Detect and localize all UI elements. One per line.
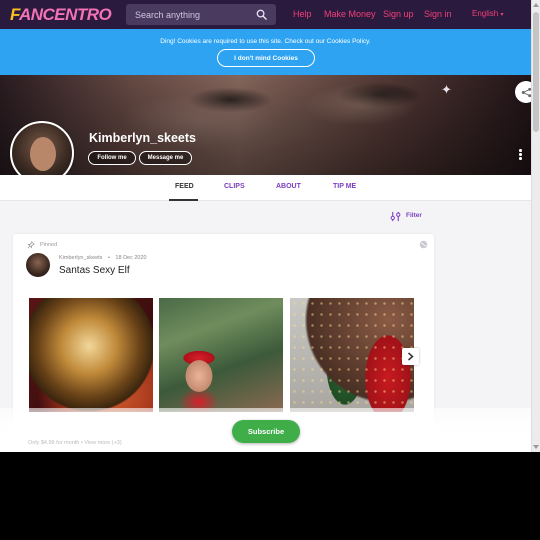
nav-sign-in-link[interactable]: Sign in <box>424 9 452 19</box>
profile-tabs: FEED CLIPS ABOUT TIP ME <box>0 175 531 201</box>
post-author-name[interactable]: Kimberlyn_skeets <box>59 255 102 261</box>
post-subscribe-hint: Only $4.99 for month • View more (+3) <box>28 440 122 446</box>
post-meta: Kimberlyn_skeets • 18 Dec 2020 <box>59 255 147 261</box>
page: FANCENTRO Help Make Money Sign up Sign i… <box>0 0 540 452</box>
pin-icon <box>27 241 35 249</box>
sparkle-icon: ✦ <box>441 82 452 97</box>
share-icon <box>521 87 531 97</box>
page-scrollbar[interactable] <box>531 0 540 452</box>
post-title: Santas Sexy Elf <box>59 265 130 276</box>
scroll-down-arrow[interactable] <box>533 445 539 449</box>
follow-button[interactable]: Follow me <box>88 151 136 165</box>
profile-username: Kimberlyn_skeets <box>89 131 197 145</box>
tab-feed[interactable]: FEED <box>175 183 194 190</box>
tab-about[interactable]: ABOUT <box>276 183 301 190</box>
filter-button[interactable]: Filter <box>406 212 422 219</box>
language-label: English <box>472 9 499 18</box>
globe-icon <box>419 240 428 249</box>
media-thumbnail[interactable] <box>159 298 283 412</box>
kebab-icon[interactable] <box>519 149 523 161</box>
nav-make-money-link[interactable]: Make Money <box>324 9 376 19</box>
chevron-down-icon: ▾ <box>500 12 504 18</box>
chevron-right-icon <box>408 352 414 361</box>
cookie-message: Ding! Cookies are required to use this s… <box>160 38 371 45</box>
media-thumbnail[interactable] <box>290 298 414 412</box>
fancentro-logo[interactable]: FANCENTRO <box>10 5 112 25</box>
post-author-avatar[interactable] <box>26 253 50 277</box>
meta-separator: • <box>107 255 110 261</box>
cookie-banner: Ding! Cookies are required to use this s… <box>0 29 531 75</box>
search-input[interactable] <box>135 6 250 23</box>
active-tab-indicator <box>169 199 198 201</box>
tab-clips[interactable]: CLIPS <box>224 183 245 190</box>
carousel-next-button[interactable] <box>402 348 419 365</box>
scrollbar-thumb[interactable] <box>533 12 539 132</box>
tree-lights <box>290 298 414 412</box>
accept-cookies-button[interactable]: I don't mind Cookies <box>217 49 315 67</box>
tab-tip-me[interactable]: TIP ME <box>333 183 356 190</box>
language-selector[interactable]: English ▾ <box>472 9 504 18</box>
scroll-up-arrow[interactable] <box>533 3 539 7</box>
logo-letter: F <box>10 5 19 24</box>
nav-sign-up-link[interactable]: Sign up <box>383 9 414 19</box>
search-box <box>126 4 276 25</box>
media-thumbnail[interactable] <box>29 298 153 412</box>
pinned-label: Pinned <box>40 242 58 248</box>
nav-help-link[interactable]: Help <box>293 9 312 19</box>
post-date: 18 Dec 2020 <box>115 255 147 261</box>
avatar-face <box>30 137 56 171</box>
filter-icon[interactable] <box>390 211 401 222</box>
subscribe-button[interactable]: Subscribe <box>232 420 300 443</box>
top-nav: FANCENTRO Help Make Money Sign up Sign i… <box>0 0 531 29</box>
logo-text: ANCENTRO <box>18 5 112 24</box>
message-button[interactable]: Message me <box>139 151 192 165</box>
search-icon[interactable] <box>256 9 267 20</box>
